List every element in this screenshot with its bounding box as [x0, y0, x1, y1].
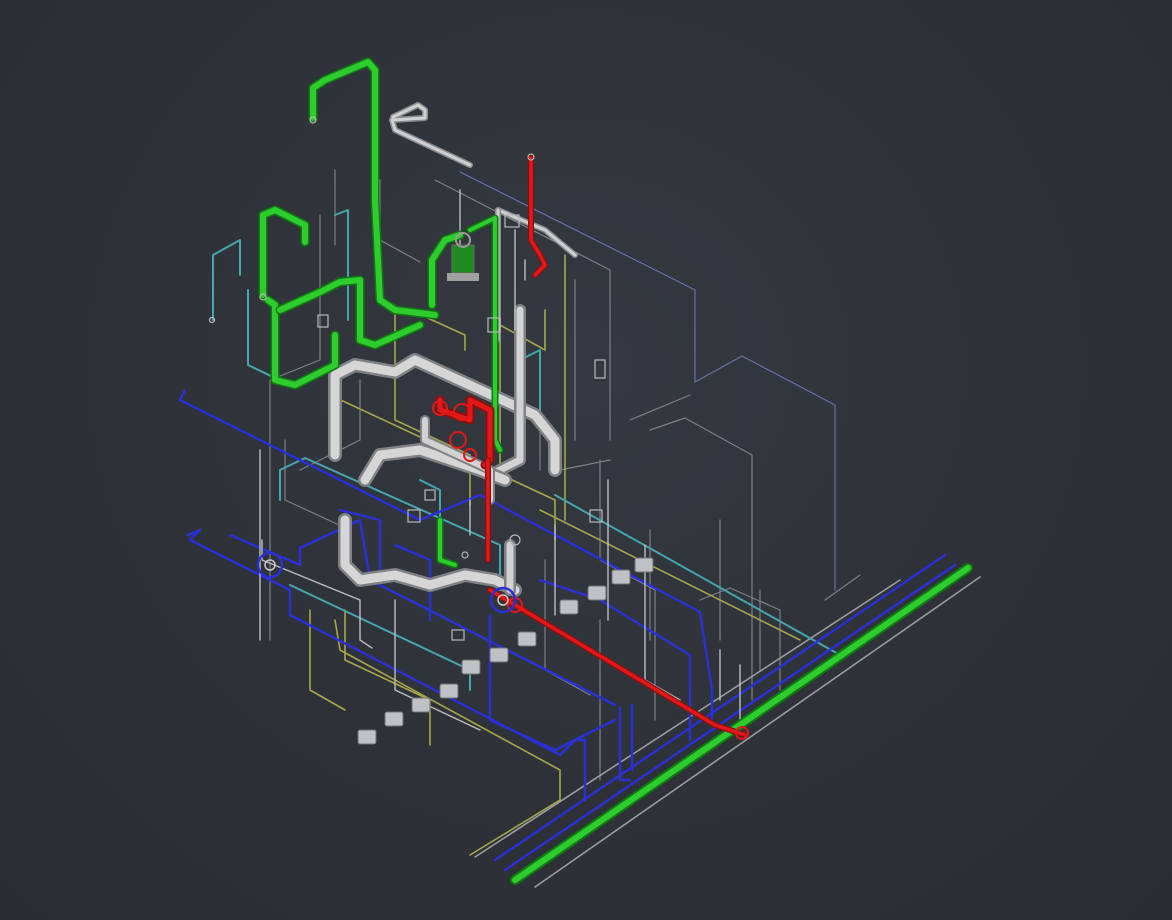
small-fittings — [208, 116, 606, 641]
red-flange-cluster[interactable] — [432, 400, 749, 740]
cyan-lines — [212, 209, 841, 691]
piping-model-canvas[interactable] — [0, 0, 1172, 920]
cad-3d-viewport[interactable] — [0, 0, 1172, 920]
red-pipes — [435, 155, 748, 738]
